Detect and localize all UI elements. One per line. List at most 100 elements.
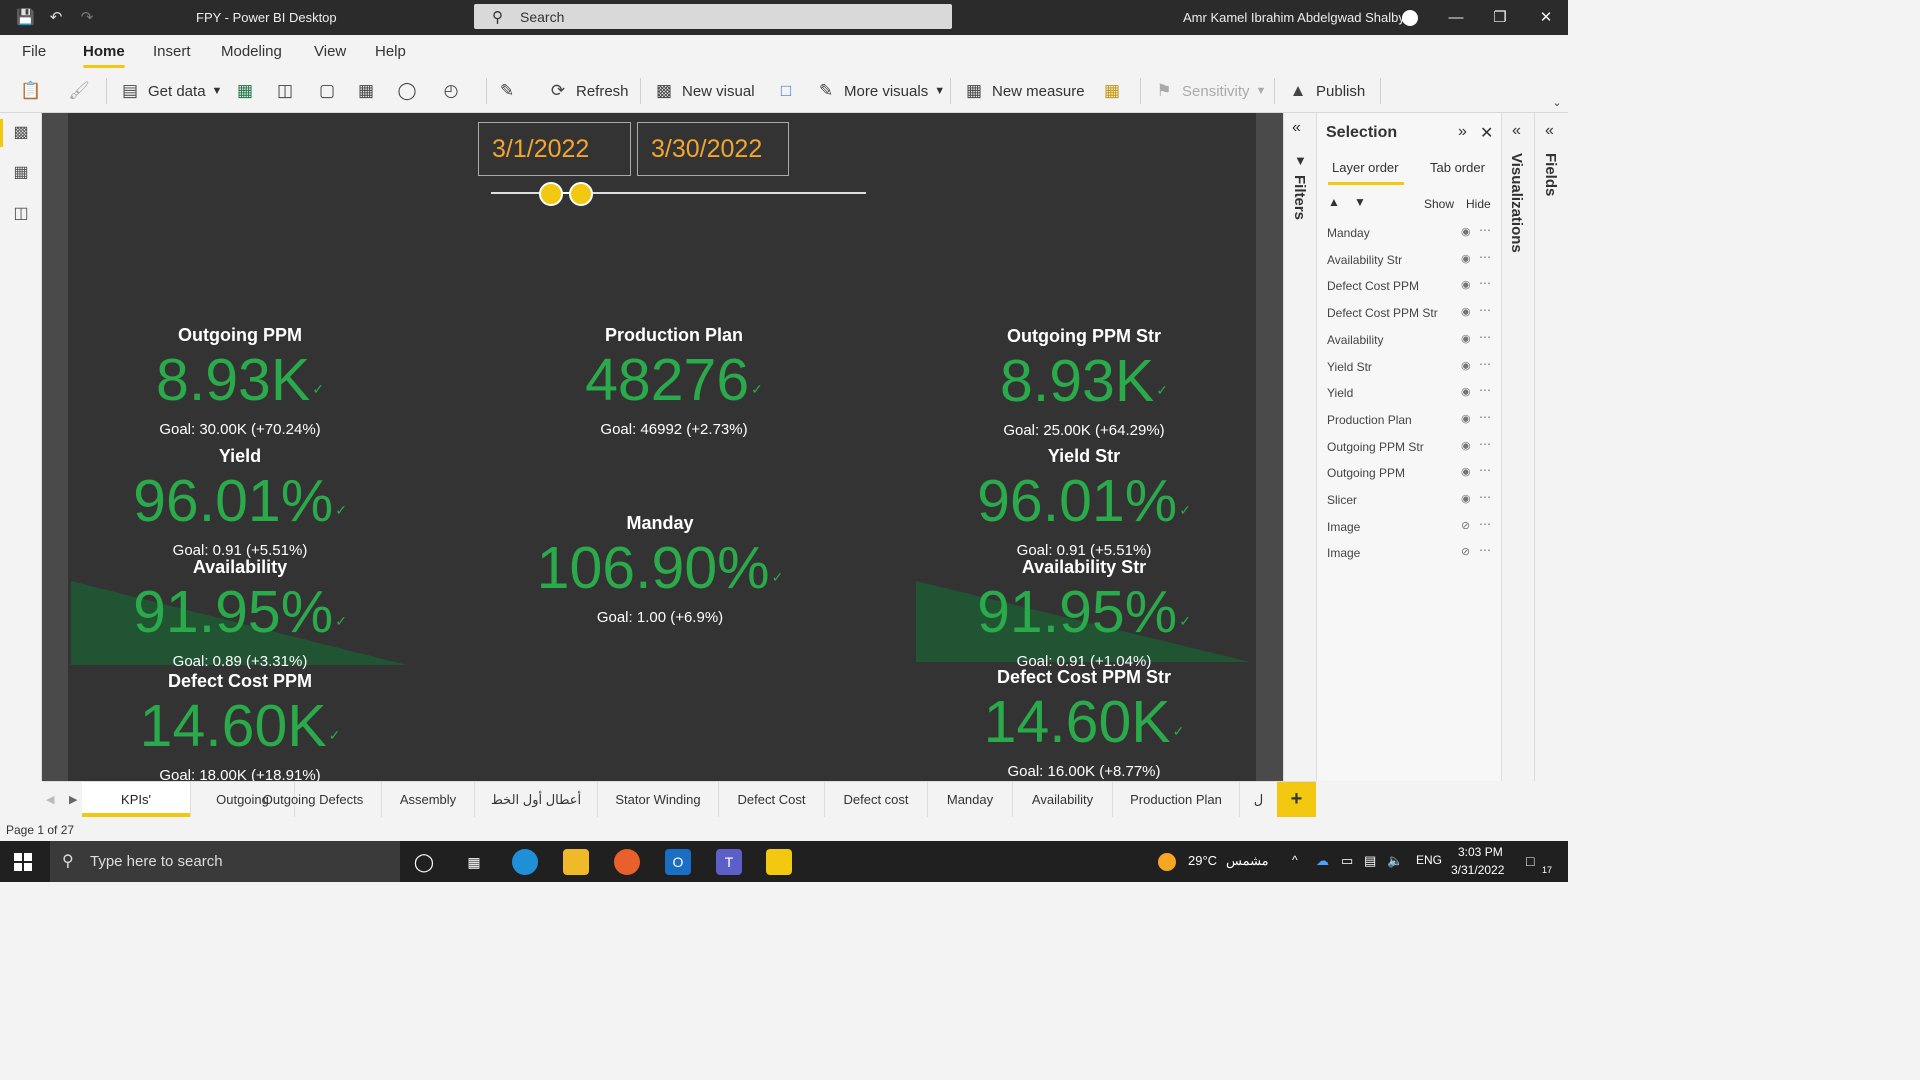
sensitivity-button[interactable]: ⚑ Sensitivity ▼ [1154, 78, 1266, 104]
eye-icon[interactable]: ◉ [1461, 385, 1471, 398]
clock-time[interactable]: 3:03 PM [1458, 845, 1503, 859]
tab-modeling[interactable]: Modeling [221, 43, 282, 60]
layer-row[interactable]: Production Plan ◉ ⋯ [1317, 408, 1502, 434]
kpi-yield[interactable]: Yield 96.01% ✓ Goal: 0.91 (+5.51%) [70, 446, 410, 559]
kpi-availability-str[interactable]: Availability Str 91.95% ✓ Goal: 0.91 (+1.… [914, 557, 1254, 670]
layer-row[interactable]: Defect Cost PPM ◉ ⋯ [1317, 274, 1502, 300]
dataset-icon[interactable]: ◫ [274, 80, 296, 102]
date-slider-start-handle[interactable] [539, 182, 563, 206]
notification-icon[interactable]: □ [1526, 853, 1534, 869]
kpi-yield-str[interactable]: Yield Str 96.01% ✓ Goal: 0.91 (+5.51%) [914, 446, 1254, 559]
eye-icon[interactable]: ◉ [1461, 492, 1471, 505]
edge-icon[interactable] [512, 849, 538, 875]
page-tab[interactable]: Assembly [382, 782, 475, 817]
layer-row[interactable]: Availability ◉ ⋯ [1317, 328, 1502, 354]
page-tab[interactable]: ل [1240, 782, 1277, 817]
windows-start-button[interactable] [14, 853, 32, 871]
filters-pane-collapsed[interactable]: « ▼ Filters [1283, 113, 1316, 781]
paste-icon[interactable]: 📋 [20, 80, 42, 102]
date-slider-end-handle[interactable] [569, 182, 593, 206]
publish-button[interactable]: ▲ Publish [1288, 78, 1366, 104]
page-tab[interactable]: Defect Cost [719, 782, 825, 817]
report-view-icon[interactable]: ▩ [0, 119, 33, 147]
more-options-icon[interactable]: ⋯ [1479, 490, 1491, 504]
date-start-input[interactable]: 3/1/2022 [478, 122, 631, 176]
layer-row[interactable]: Outgoing PPM ◉ ⋯ [1317, 461, 1502, 487]
firefox-icon[interactable] [614, 849, 640, 875]
tab-help[interactable]: Help [375, 43, 406, 60]
onedrive-icon[interactable]: ☁ [1316, 853, 1329, 869]
save-icon[interactable]: 💾 [16, 9, 35, 27]
add-page-button[interactable]: + [1277, 782, 1316, 817]
format-painter-icon[interactable]: 🖌 [68, 80, 90, 102]
user-name[interactable]: Amr Kamel Ibrahim Abdelgwad Shalby [1183, 10, 1405, 25]
kpi-availability[interactable]: Availability 91.95% ✓ Goal: 0.89 (+3.31%) [70, 557, 410, 670]
quick-measure-icon[interactable]: ▦ [1101, 80, 1123, 102]
more-options-icon[interactable]: ⋯ [1479, 437, 1491, 451]
transform-data-icon[interactable]: ◴ [440, 80, 462, 102]
eye-icon[interactable]: ◉ [1461, 465, 1471, 478]
collapse-pane-icon[interactable]: » [1458, 123, 1467, 141]
teams-icon[interactable]: T [716, 849, 742, 875]
layer-row[interactable]: Outgoing PPM Str ◉ ⋯ [1317, 435, 1502, 461]
more-options-icon[interactable]: ⋯ [1479, 330, 1491, 344]
visualizations-pane-collapsed[interactable]: « Visualizations [1501, 113, 1534, 781]
new-visual-button[interactable]: ▩ New visual [654, 78, 755, 104]
close-icon[interactable]: ✕ [1480, 123, 1493, 143]
kpi-production-plan[interactable]: Production Plan 48276 ✓ Goal: 46992 (+2.7… [504, 325, 844, 438]
page-tab[interactable]: Outgoing Defects [245, 782, 382, 817]
recent-sources-icon[interactable]: ◯ [396, 80, 418, 102]
hide-all-button[interactable]: Hide [1466, 197, 1491, 211]
dataverse-icon[interactable]: ▢ [316, 80, 338, 102]
eye-icon[interactable]: ◉ [1461, 252, 1471, 265]
file-explorer-icon[interactable] [563, 849, 589, 875]
kpi-outgoing-ppm-str[interactable]: Outgoing PPM Str 8.93K ✓ Goal: 25.00K (+6… [914, 326, 1254, 439]
title-search-box[interactable]: ⚲ Search [474, 4, 952, 29]
more-options-icon[interactable]: ⋯ [1479, 463, 1491, 477]
excel-icon[interactable]: ▦ [234, 80, 256, 102]
eye-icon[interactable]: ◉ [1461, 332, 1471, 345]
more-options-icon[interactable]: ⋯ [1479, 276, 1491, 290]
page-tab[interactable]: KPIs' [82, 782, 191, 817]
eye-icon[interactable]: ◉ [1461, 439, 1471, 452]
minimize-icon[interactable]: — [1446, 8, 1466, 28]
page-tab[interactable]: Production Plan [1113, 782, 1240, 817]
page-tab[interactable]: Stator Winding [598, 782, 719, 817]
more-options-icon[interactable]: ⋯ [1479, 410, 1491, 424]
weather-temp[interactable]: 29°C [1188, 853, 1217, 868]
language-indicator[interactable]: ENG [1416, 853, 1442, 867]
tab-insert[interactable]: Insert [153, 43, 191, 60]
network-icon[interactable]: ▤ [1364, 853, 1376, 869]
task-view-icon[interactable]: ▦ [461, 849, 487, 875]
get-data-button[interactable]: ▤ Get data ▼ [120, 78, 222, 104]
more-options-icon[interactable]: ⋯ [1479, 223, 1491, 237]
power-bi-icon[interactable] [766, 849, 792, 875]
fields-pane-collapsed[interactable]: « Fields [1534, 113, 1568, 781]
layer-row[interactable]: Image ⊘ ⋯ [1317, 541, 1502, 567]
model-view-icon[interactable]: ◫ [9, 202, 33, 226]
more-visuals-button[interactable]: ✎ More visuals ▼ [816, 78, 945, 104]
expand-icon[interactable]: « [1292, 119, 1301, 137]
close-icon[interactable]: ✕ [1536, 8, 1556, 28]
tab-tab-order[interactable]: Tab order [1430, 160, 1485, 175]
expand-icon[interactable]: « [1512, 122, 1521, 140]
eye-hidden-icon[interactable]: ⊘ [1461, 519, 1470, 532]
kpi-manday[interactable]: Manday 106.90% ✓ Goal: 1.00 (+6.9%) [490, 513, 830, 626]
page-tab[interactable]: أعطال أول الخط [475, 782, 598, 817]
more-options-icon[interactable]: ⋯ [1479, 517, 1491, 531]
clock-date[interactable]: 3/31/2022 [1451, 863, 1504, 877]
refresh-button[interactable]: ⟳ Refresh [548, 78, 629, 104]
eye-icon[interactable]: ◉ [1461, 278, 1471, 291]
date-end-input[interactable]: 3/30/2022 [637, 122, 789, 176]
taskbar-search-box[interactable]: ⚲ Type here to search [50, 841, 400, 882]
layer-row[interactable]: Image ⊘ ⋯ [1317, 515, 1502, 541]
chevron-up-icon[interactable]: ^ [1292, 853, 1298, 867]
new-measure-button[interactable]: ▦ New measure [964, 78, 1085, 104]
layer-row[interactable]: Slicer ◉ ⋯ [1317, 488, 1502, 514]
cortana-icon[interactable]: ◯ [411, 849, 437, 875]
battery-icon[interactable]: ▭ [1341, 853, 1353, 869]
weather-text[interactable]: مشمس [1226, 853, 1269, 869]
layer-row[interactable]: Availability Str ◉ ⋯ [1317, 248, 1502, 274]
collapse-ribbon-icon[interactable]: ⌄ [1546, 92, 1568, 114]
text-box-icon[interactable]: □ [775, 80, 797, 102]
